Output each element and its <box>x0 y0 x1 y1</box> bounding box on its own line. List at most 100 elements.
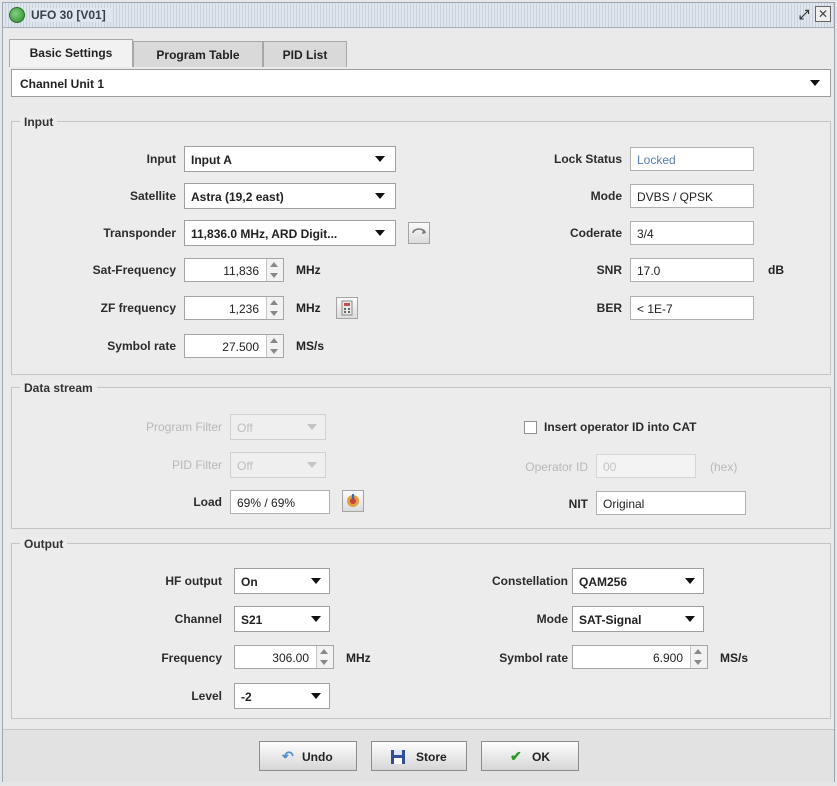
lock-status-field: Locked <box>630 147 754 171</box>
pid-filter-value: Off <box>237 459 253 473</box>
snr-field: 17.0 <box>630 258 754 282</box>
level-label: Level <box>191 689 222 703</box>
data-stream-panel-title: Data stream <box>20 381 97 395</box>
input-label: Input <box>146 152 176 166</box>
ok-button[interactable]: ✔ OK <box>481 741 579 771</box>
frequency-unit: MHz <box>346 651 371 665</box>
zf-calculator-button[interactable] <box>336 297 358 319</box>
zf-frequency-spin-buttons[interactable] <box>266 297 283 319</box>
tab-basic-settings[interactable]: Basic Settings <box>9 39 133 67</box>
satellite-select-value: Astra (19,2 east) <box>191 190 284 204</box>
transponder-refresh-button[interactable] <box>408 222 430 244</box>
ber-field: < 1E-7 <box>630 296 754 320</box>
output-symbol-rate-label: Symbol rate <box>499 651 568 665</box>
constellation-label: Constellation <box>491 574 568 588</box>
nit-value: Original <box>603 497 645 511</box>
snr-unit: dB <box>768 263 784 277</box>
output-symbol-rate-spinner[interactable]: 6.900 <box>572 645 708 669</box>
chevron-down-icon <box>311 616 321 622</box>
floppy-disk-icon <box>390 749 406 768</box>
transponder-select-value: 11,836.0 MHz, ARD Digit... <box>191 227 338 241</box>
undo-button[interactable]: ↶ Undo <box>259 741 357 771</box>
checkmark-icon: ✔ <box>510 748 522 764</box>
reset-icon <box>347 494 359 507</box>
constellation-value: QAM256 <box>579 575 628 589</box>
sat-frequency-spinner[interactable]: 11,836 <box>184 258 284 282</box>
frequency-spin-buttons[interactable] <box>316 646 333 668</box>
satellite-select[interactable]: Astra (19,2 east) <box>184 183 396 209</box>
coderate-value: 3/4 <box>637 227 654 241</box>
input-panel: Input Input Input A Satellite Astra (19,… <box>11 115 831 375</box>
nit-field[interactable]: Original <box>596 491 746 515</box>
lock-status-value: Locked <box>637 153 676 167</box>
output-panel: Output HF output On Channel S21 Frequenc… <box>11 537 831 719</box>
symbol-rate-unit: MS/s <box>296 339 325 353</box>
spin-down-icon <box>694 660 702 665</box>
mode-value: DVBS / QPSK <box>637 190 714 204</box>
output-symbol-rate-unit: MS/s <box>720 651 749 665</box>
hf-output-select[interactable]: On <box>234 568 330 594</box>
output-mode-select[interactable]: SAT-Signal <box>572 606 704 632</box>
satellite-label: Satellite <box>129 189 176 203</box>
load-value: 69% / 69% <box>237 496 296 510</box>
output-panel-title: Output <box>20 537 68 551</box>
frequency-spinner[interactable]: 306.00 <box>234 645 334 669</box>
constellation-select[interactable]: QAM256 <box>572 568 704 594</box>
symbol-rate-spin-buttons[interactable] <box>266 335 283 357</box>
spin-up-icon <box>270 262 278 267</box>
level-value: -2 <box>241 690 252 704</box>
output-symbol-rate-spin-buttons[interactable] <box>690 646 707 668</box>
spin-up-icon <box>320 649 328 654</box>
symbol-rate-spinner[interactable]: 27.500 <box>184 334 284 358</box>
chevron-down-icon <box>685 616 695 622</box>
sat-frequency-label: Sat-Frequency <box>92 263 176 277</box>
chevron-down-icon <box>375 193 385 199</box>
spin-down-icon <box>320 660 328 665</box>
operator-id-label: Operator ID <box>525 460 588 474</box>
zf-frequency-label: ZF frequency <box>100 301 176 315</box>
channel-value: S21 <box>241 613 263 627</box>
load-label: Load <box>193 495 222 509</box>
input-select-value: Input A <box>191 153 232 167</box>
close-window-icon[interactable]: ✕ <box>815 6 831 22</box>
nit-label: NIT <box>568 497 588 511</box>
sat-frequency-value: 11,836 <box>223 264 259 278</box>
operator-id-field[interactable]: 00 <box>596 454 696 478</box>
app-window: UFO 30 [V01] ⤢ ✕ Basic Settings Program … <box>2 2 835 782</box>
transponder-select[interactable]: 11,836.0 MHz, ARD Digit... <box>184 220 396 246</box>
zf-frequency-spinner[interactable]: 1,236 <box>184 296 284 320</box>
frequency-value: 306.00 <box>272 651 309 665</box>
channel-select[interactable]: S21 <box>234 606 330 632</box>
transponder-label: Transponder <box>103 226 176 240</box>
refresh-icon <box>412 228 426 234</box>
channel-unit-select[interactable]: Channel Unit 1 <box>11 69 831 97</box>
spin-down-icon <box>270 311 278 316</box>
load-reset-button[interactable] <box>342 490 364 512</box>
output-mode-label: Mode <box>536 612 568 626</box>
chevron-down-icon <box>307 462 317 468</box>
store-button[interactable]: Store <box>371 741 467 771</box>
channel-label: Channel <box>174 612 222 626</box>
sat-frequency-spin-buttons[interactable] <box>266 259 283 281</box>
symbol-rate-value: 27.500 <box>222 340 259 354</box>
spin-up-icon <box>270 300 278 305</box>
program-filter-select[interactable]: Off <box>230 414 326 440</box>
insert-operator-checkbox[interactable] <box>524 421 537 434</box>
coderate-label: Coderate <box>569 226 622 240</box>
input-select[interactable]: Input A <box>184 146 396 172</box>
pid-filter-select[interactable]: Off <box>230 452 326 478</box>
spin-down-icon <box>270 349 278 354</box>
input-panel-title: Input <box>20 115 58 129</box>
tab-program-table[interactable]: Program Table <box>133 41 263 67</box>
level-select[interactable]: -2 <box>234 683 330 709</box>
hf-output-label: HF output <box>165 574 222 588</box>
load-field: 69% / 69% <box>230 490 330 514</box>
tab-pid-list[interactable]: PID List <box>263 41 347 67</box>
pid-filter-label: PID Filter <box>171 458 222 472</box>
chevron-down-icon <box>307 424 317 430</box>
restore-window-icon[interactable]: ⤢ <box>795 6 813 24</box>
zf-frequency-unit: MHz <box>296 301 321 315</box>
snr-value: 17.0 <box>637 264 661 278</box>
chevron-down-icon <box>311 578 321 584</box>
symbol-rate-label: Symbol rate <box>107 339 176 353</box>
